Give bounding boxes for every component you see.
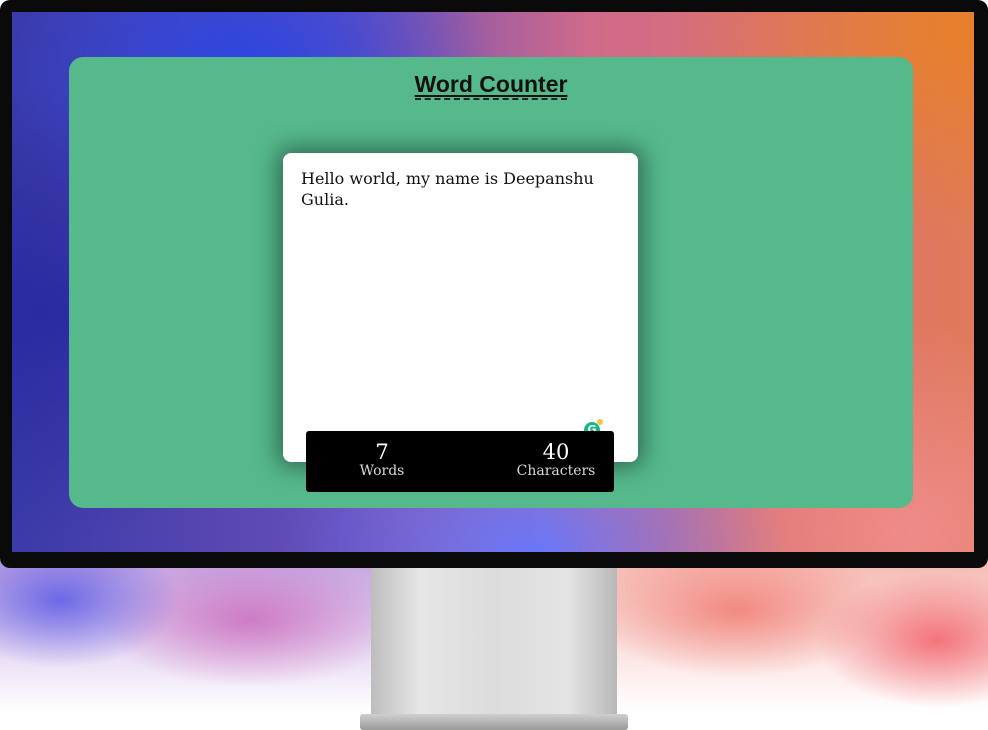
stats-bar: 7 Words 40 Characters [306,431,614,492]
text-input-area[interactable]: Hello world, my name is Deepanshu Gulia. [283,153,638,462]
monitor-screen: Word Counter Hello world, my name is Dee… [12,12,974,552]
page-title-text: Word Counter [414,71,568,100]
page-title: Word Counter [69,71,913,100]
monitor-frame: Word Counter Hello world, my name is Dee… [0,0,988,568]
character-count-value: 40 [542,440,570,464]
grammarly-notification-dot [597,419,603,425]
word-counter-app: Word Counter Hello world, my name is Dee… [69,57,913,508]
monitor-stand [371,568,617,718]
word-count-stat: 7 Words [340,441,424,479]
character-count-label: Characters [516,463,596,479]
background-glow-left [0,560,371,730]
character-count-stat: 40 Characters [496,441,616,479]
monitor-stand-base [360,714,628,730]
word-count-value: 7 [375,440,389,464]
word-count-label: Words [359,463,405,479]
background-glow-right [617,560,988,730]
